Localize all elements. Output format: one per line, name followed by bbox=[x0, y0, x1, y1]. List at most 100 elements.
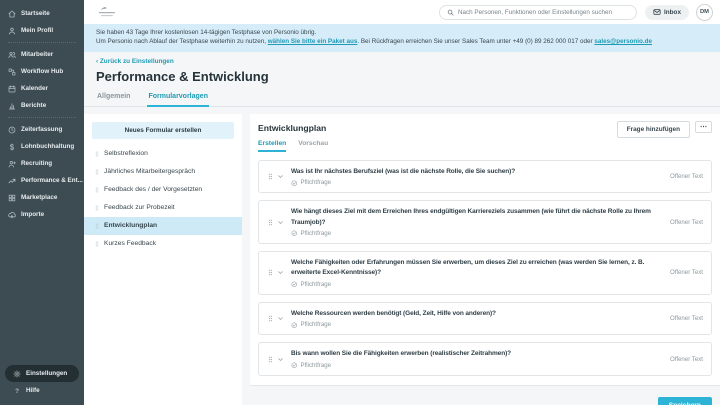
sidebar-item-label: Mein Profil bbox=[21, 27, 54, 34]
page-header: ‹ Zurück zu Einstellungen Performance & … bbox=[84, 52, 720, 107]
chevron-down-icon[interactable] bbox=[277, 315, 284, 322]
create-form-button[interactable]: Neues Formular erstellen bbox=[92, 121, 234, 139]
question-text: Was ist Ihr nächstes Berufsziel (was ist… bbox=[291, 167, 516, 175]
sidebar-item-mitarbeiter[interactable]: Mitarbeiter bbox=[0, 46, 84, 63]
trending-up-icon bbox=[8, 177, 16, 185]
drag-handle-icon bbox=[94, 186, 100, 194]
tab-formularvorlagen[interactable]: Formularvorlagen bbox=[147, 91, 209, 107]
bar-chart-icon bbox=[8, 102, 16, 110]
search-input[interactable] bbox=[457, 8, 629, 16]
editor-tabs: Erstellen Vorschau bbox=[258, 140, 712, 152]
page-tabs: Allgemein Formularvorlagen bbox=[84, 91, 720, 107]
question-text: Wie hängt dieses Ziel mit dem Erreichen … bbox=[291, 208, 651, 226]
required-label: Pflichtfrage bbox=[300, 280, 331, 288]
inbox-button[interactable]: Inbox bbox=[644, 4, 689, 20]
choose-package-link[interactable]: wählen Sie bitte ein Paket aus bbox=[268, 38, 358, 45]
check-circle-icon bbox=[291, 362, 298, 369]
add-question-button[interactable]: Frage hinzufügen bbox=[616, 120, 690, 138]
sidebar-divider bbox=[8, 117, 76, 118]
sidebar-item-importe[interactable]: Importe bbox=[0, 206, 84, 223]
workflow-icon bbox=[8, 68, 16, 76]
sidebar-item-label: Lohnbuchhaltung bbox=[21, 143, 75, 150]
sidebar-item-zeiterfassung[interactable]: Zeiterfassung bbox=[0, 121, 84, 138]
sidebar-item-berichte[interactable]: Berichte bbox=[0, 97, 84, 114]
content-area: Neues Formular erstellen Selbstreflexion… bbox=[84, 113, 720, 405]
drag-handle-icon bbox=[94, 150, 100, 158]
required-row: Pflichtfrage bbox=[291, 281, 658, 288]
people-icon bbox=[8, 51, 16, 59]
drag-handle-icon[interactable] bbox=[267, 218, 274, 227]
question-type-label: Offener Text bbox=[670, 314, 703, 322]
sidebar-item-recruiting[interactable]: Recruiting bbox=[0, 155, 84, 172]
home-icon bbox=[8, 10, 16, 18]
sidebar-item-workflow-hub[interactable]: Workflow Hub bbox=[0, 63, 84, 80]
tab-vorschau[interactable]: Vorschau bbox=[298, 140, 328, 152]
form-item-label: Jährliches Mitarbeitergespräch bbox=[104, 168, 196, 176]
question-text: Welche Fähigkeiten oder Erfahrungen müss… bbox=[291, 259, 645, 277]
drag-handle-icon[interactable] bbox=[267, 172, 274, 181]
save-button[interactable]: Speichern bbox=[657, 396, 712, 405]
sidebar-item-marketplace[interactable]: Marketplace bbox=[0, 189, 84, 206]
chevron-down-icon[interactable] bbox=[277, 219, 284, 226]
user-icon bbox=[8, 27, 16, 35]
global-search[interactable] bbox=[438, 4, 637, 20]
question-type-label: Offener Text bbox=[670, 218, 703, 226]
required-label: Pflichtfrage bbox=[300, 230, 331, 238]
app-window: Startseite Mein Profil Mitarbeiter Workf… bbox=[0, 0, 720, 405]
chevron-down-icon[interactable] bbox=[277, 356, 284, 363]
form-item-label: Entwicklungplan bbox=[104, 222, 158, 230]
trial-banner-line1: Sie haben 43 Tage Ihrer kostenlosen 14-t… bbox=[96, 29, 317, 36]
question-card: Bis wann wollen Sie die Fähigkeiten erwe… bbox=[258, 342, 712, 376]
sidebar-item-label: Performance & Ent... bbox=[21, 177, 83, 184]
sidebar-footer: Einstellungen Hilfe bbox=[0, 361, 84, 405]
form-item-feedback-probezeit[interactable]: Feedback zur Probezeit bbox=[84, 199, 242, 217]
sidebar-item-performance[interactable]: Performance & Ent... bbox=[0, 172, 84, 189]
form-item-label: Feedback zur Probezeit bbox=[104, 204, 175, 212]
calendar-icon bbox=[8, 85, 16, 93]
drag-handle-icon[interactable] bbox=[267, 314, 274, 323]
form-item-label: Feedback des / der Vorgesetzten bbox=[104, 186, 203, 194]
sidebar-item-einstellungen[interactable]: Einstellungen bbox=[5, 365, 79, 382]
envelope-icon bbox=[653, 8, 661, 16]
more-options-button[interactable]: ⋯ bbox=[695, 120, 712, 133]
sidebar: Startseite Mein Profil Mitarbeiter Workf… bbox=[0, 0, 84, 405]
check-circle-icon bbox=[291, 322, 298, 329]
tab-allgemein[interactable]: Allgemein bbox=[96, 91, 131, 106]
sidebar-item-label: Berichte bbox=[21, 102, 47, 109]
form-item-feedback-vorgesetzten[interactable]: Feedback des / der Vorgesetzten bbox=[84, 181, 242, 199]
sidebar-item-hilfe[interactable]: Hilfe bbox=[5, 382, 79, 399]
editor-header: Entwicklungplan Frage hinzufügen ⋯ bbox=[258, 120, 712, 138]
form-item-entwicklungplan[interactable]: Entwicklungplan bbox=[84, 216, 242, 235]
trial-banner-line2: Um Personio nach Ablauf der Testphase we… bbox=[96, 37, 708, 46]
chevron-down-icon[interactable] bbox=[277, 173, 284, 180]
question-controls bbox=[267, 355, 291, 364]
sidebar-item-mein-profil[interactable]: Mein Profil bbox=[0, 22, 84, 39]
chevron-down-icon[interactable] bbox=[277, 269, 284, 276]
inbox-label: Inbox bbox=[663, 8, 681, 16]
drag-handle-icon[interactable] bbox=[267, 355, 274, 364]
sidebar-divider bbox=[8, 42, 76, 43]
gear-icon bbox=[13, 370, 21, 378]
sidebar-item-label: Einstellungen bbox=[26, 370, 68, 377]
question-body: Welche Ressourcen werden benötigt (Geld,… bbox=[291, 309, 670, 329]
question-type-label: Offener Text bbox=[670, 173, 703, 181]
sidebar-item-kalender[interactable]: Kalender bbox=[0, 80, 84, 97]
sidebar-item-startseite[interactable]: Startseite bbox=[0, 5, 84, 22]
sidebar-item-label: Kalender bbox=[21, 85, 48, 92]
grid-icon bbox=[8, 194, 16, 202]
question-card: Was ist Ihr nächstes Berufsziel (was ist… bbox=[258, 159, 712, 194]
back-to-settings-link[interactable]: ‹ Zurück zu Einstellungen bbox=[96, 58, 708, 65]
avatar[interactable]: DM bbox=[696, 3, 713, 21]
sidebar-item-lohnbuchhaltung[interactable]: Lohnbuchhaltung bbox=[0, 138, 84, 155]
drag-handle-icon[interactable] bbox=[267, 268, 274, 277]
tab-erstellen[interactable]: Erstellen bbox=[258, 140, 287, 152]
form-item-label: Selbstreflexion bbox=[104, 150, 148, 158]
form-item-jaehrliches-mitarbeitergespraech[interactable]: Jährliches Mitarbeitergespräch bbox=[84, 163, 242, 181]
sales-email-link[interactable]: sales@personio.de bbox=[594, 38, 652, 45]
topbar: Inbox DM bbox=[84, 0, 720, 24]
form-item-selbstreflexion[interactable]: Selbstreflexion bbox=[84, 145, 242, 163]
form-item-kurzes-feedback[interactable]: Kurzes Feedback bbox=[84, 235, 242, 253]
search-icon bbox=[447, 9, 454, 16]
question-card: Welche Ressourcen werden benötigt (Geld,… bbox=[258, 301, 712, 336]
